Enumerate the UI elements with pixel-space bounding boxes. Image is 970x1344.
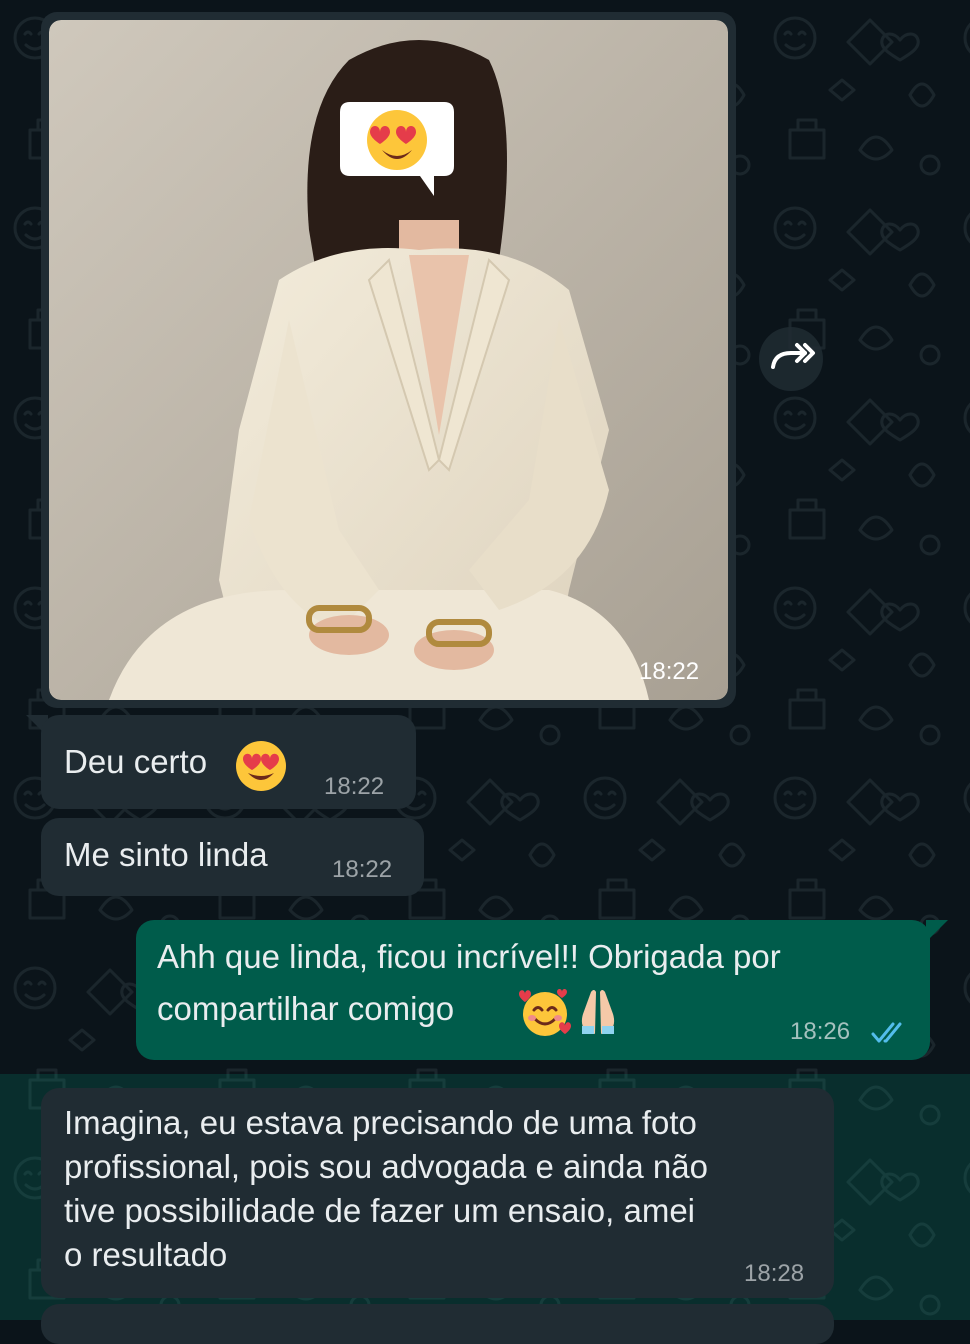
incoming-message-bubble-partial[interactable]: [41, 1304, 834, 1344]
message-text-line: compartilhar comigo: [157, 990, 455, 1027]
message-time: 18:22: [332, 856, 393, 883]
incoming-message-bubble[interactable]: Me sinto linda 18:22: [41, 818, 424, 896]
image-message-bubble[interactable]: 18:22: [41, 12, 736, 708]
message-text-line: o resultado: [64, 1236, 228, 1273]
heart-eyes-emoji: [236, 741, 286, 791]
message-time: 18:22: [324, 773, 385, 800]
message-text: Deu certo: [64, 743, 208, 780]
message-text-line: profissional, pois sou advogada e ainda …: [64, 1148, 708, 1185]
folded-hands-emoji: [581, 990, 615, 1034]
message-text-line: tive possibilidade de fazer um ensaio, a…: [64, 1192, 696, 1229]
forward-icon: [771, 343, 815, 369]
message-text-line: Imagina, eu estava precisando de uma fot…: [64, 1104, 697, 1141]
message-time: 18:26: [790, 1018, 851, 1045]
message-text: Me sinto linda: [64, 836, 268, 873]
incoming-message-bubble[interactable]: Deu certo 18:22: [41, 715, 416, 809]
smiling-face-with-hearts-emoji: [519, 989, 571, 1036]
forward-button[interactable]: [759, 327, 823, 391]
message-text-line: Ahh que linda, ficou incrível!! Obrigada…: [157, 938, 781, 975]
incoming-message-bubble[interactable]: Imagina, eu estava precisando de uma fot…: [41, 1088, 834, 1298]
message-time: 18:28: [744, 1260, 805, 1287]
face-cover-emoji-sticker: [340, 102, 454, 196]
outgoing-message-bubble[interactable]: Ahh que linda, ficou incrível!! Obrigada…: [136, 920, 930, 1060]
double-check-icon: [871, 1022, 902, 1043]
message-time: 18:22: [639, 658, 700, 685]
